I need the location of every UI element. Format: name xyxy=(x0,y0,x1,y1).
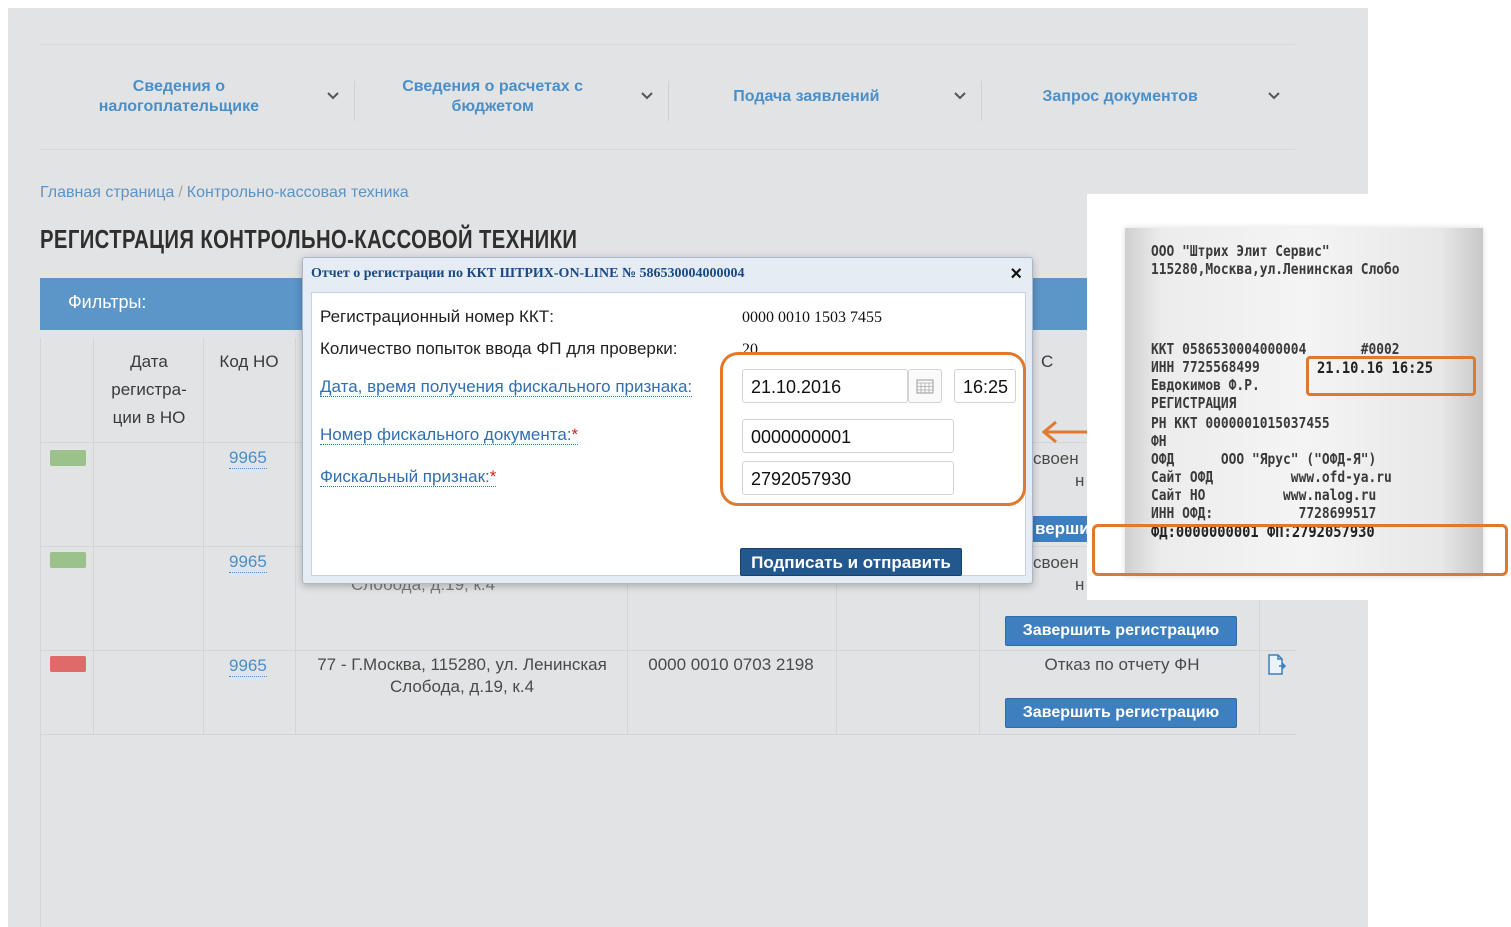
receipt-line: 115280,Москва,ул.Ленинская Слобо xyxy=(1151,260,1400,278)
fiscal-document-number-label[interactable]: Номер фискального документа:* xyxy=(320,425,579,445)
chevron-down-icon xyxy=(640,87,654,107)
kkt-reg-number-label: Регистрационный номер ККТ: xyxy=(320,307,554,326)
status-text: н xyxy=(1075,471,1085,490)
receipt-line: Сайт ОФД www.ofd-ya.ru xyxy=(1151,468,1392,486)
top-navigation: Сведения о налогоплательщике Сведения о … xyxy=(40,44,1295,150)
finish-registration-button[interactable]: Завершить регистрацию xyxy=(1005,616,1237,646)
nav-item-label: Сведения о налогоплательщике xyxy=(98,78,259,115)
fiscal-sign-label[interactable]: Фискальный признак:* xyxy=(320,467,497,487)
highlight-frame-receipt-fiscal xyxy=(1092,524,1508,576)
breadcrumb-home-link[interactable]: Главная страница xyxy=(40,184,174,201)
status-indicator-red xyxy=(50,656,86,672)
fp-attempts-label: Количество попыток ввода ФП для проверки… xyxy=(320,339,678,358)
status-text: н xyxy=(1075,575,1085,594)
status-text: Отказ по отчету ФН xyxy=(1044,655,1200,674)
required-mark: * xyxy=(489,467,497,486)
receipt-line: ИНН 7725568499 xyxy=(1151,358,1260,376)
receipt-line: РЕГИСТРАЦИЯ xyxy=(1151,394,1237,412)
tax-office-code-link[interactable]: 9965 xyxy=(229,656,267,677)
label-text: Номер фискального документа: xyxy=(320,425,572,444)
chevron-down-icon xyxy=(1267,87,1281,107)
column-divider xyxy=(295,338,296,734)
status-text: своен xyxy=(1033,449,1079,468)
chevron-down-icon xyxy=(953,87,967,107)
address-line: 77 - Г.Москва, 115280, ул. Ленинская xyxy=(317,655,607,674)
status-text: своен xyxy=(1033,553,1079,572)
finish-registration-button[interactable]: Завершить регистрацию xyxy=(1005,698,1237,728)
nav-item-applications[interactable]: Подача заявлений xyxy=(667,45,982,149)
nav-item-label: Запрос документов xyxy=(1042,88,1198,105)
receipt-line: РН ККТ 0000001015037455 xyxy=(1151,414,1330,432)
required-mark: * xyxy=(571,425,579,444)
nav-item-budget-settlements[interactable]: Сведения о расчетах с бюджетом xyxy=(353,45,668,149)
tax-office-code-link[interactable]: 9965 xyxy=(229,448,267,469)
column-header-tax-office-code[interactable]: Код НО xyxy=(209,348,289,376)
dialog-title: Отчет о регистрации по ККТ ШТРИХ-ON-LINE… xyxy=(311,266,745,281)
breadcrumb-current-link[interactable]: Контрольно-кассовая техника xyxy=(187,184,409,201)
status-indicator-green xyxy=(50,552,86,568)
highlight-frame-receipt-datetime xyxy=(1306,356,1476,396)
fiscal-datetime-label[interactable]: Дата, время получения фискального призна… xyxy=(320,377,693,397)
receipt-line: ООО "Штрих Элит Сервис" xyxy=(1151,242,1330,260)
sign-and-send-button[interactable]: Подписать и отправить xyxy=(740,548,962,576)
column-divider xyxy=(203,338,204,734)
label-text: Фискальный признак: xyxy=(320,467,490,486)
page-title: РЕГИСТРАЦИЯ КОНТРОЛЬНО-КАССОВОЙ ТЕХНИКИ xyxy=(40,224,578,254)
breadcrumb-separator: / xyxy=(178,184,183,201)
receipt-line: ОФД ООО "Ярус" ("ОФД-Я") xyxy=(1151,450,1377,468)
breadcrumb: Главная страница / Контрольно-кассовая тех… xyxy=(40,184,409,202)
column-header-registration-date[interactable]: Дата регистра-ции в НО xyxy=(99,348,199,432)
document-icon[interactable] xyxy=(1267,654,1287,676)
nav-item-label: Подача заявлений xyxy=(733,88,880,105)
address-text: 77 - Г.Москва, 115280, ул. Ленинская Сло… xyxy=(303,654,621,698)
nav-item-label: Сведения о расчетах с бюджетом xyxy=(402,78,583,115)
close-icon[interactable]: × xyxy=(1010,263,1022,285)
receipt-line: ФН xyxy=(1151,432,1167,450)
nav-item-document-request[interactable]: Запрос документов xyxy=(981,45,1295,149)
column-divider xyxy=(93,338,94,734)
kkt-registration-number: 0000 0010 0703 2198 xyxy=(648,655,814,674)
row-divider xyxy=(41,734,1296,735)
status-indicator-green xyxy=(50,450,86,466)
highlight-frame-fields xyxy=(720,352,1026,506)
tax-office-code-link[interactable]: 9965 xyxy=(229,552,267,573)
receipt-line: ИНН ОФД: 7728699517 xyxy=(1151,504,1377,522)
chevron-down-icon xyxy=(326,87,340,107)
kkt-reg-number-value: 0000 0010 1503 7455 xyxy=(742,309,882,326)
finish-registration-button[interactable]: верши xyxy=(1031,516,1094,542)
nav-item-taxpayer-info[interactable]: Сведения о налогоплательщике xyxy=(40,45,354,149)
receipt-line: Сайт НО www.nalog.ru xyxy=(1151,486,1377,504)
filters-label: Фильтры: xyxy=(68,292,147,312)
address-line: Слобода, д.19, к.4 xyxy=(389,677,535,696)
row-divider xyxy=(41,650,1296,651)
receipt-line: Евдокимов Ф.Р. xyxy=(1151,376,1260,394)
